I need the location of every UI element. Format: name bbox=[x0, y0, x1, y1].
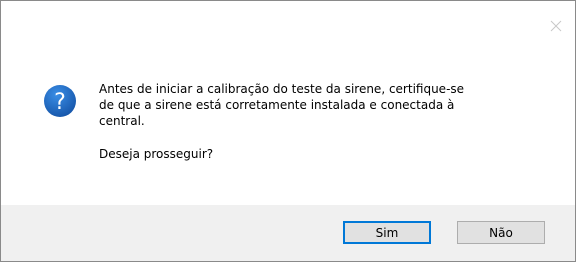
message-text: Antes de iniciar a calibração do teste d… bbox=[99, 81, 559, 162]
message-line-2: de que a sirene está corretamente instal… bbox=[99, 98, 455, 112]
svg-text:?: ? bbox=[54, 90, 66, 115]
no-button[interactable]: Não bbox=[457, 221, 545, 244]
close-button[interactable] bbox=[545, 15, 567, 37]
message-line-1: Antes de iniciar a calibração do teste d… bbox=[99, 82, 465, 96]
message-line-3: central. bbox=[99, 114, 145, 128]
button-bar: Sim Não bbox=[1, 205, 575, 261]
message-dialog: ? Antes de iniciar a calibração do teste… bbox=[0, 0, 576, 262]
close-icon bbox=[550, 20, 562, 32]
question-icon: ? bbox=[44, 85, 76, 117]
prompt-text: Deseja prosseguir? bbox=[99, 147, 214, 161]
yes-button[interactable]: Sim bbox=[343, 221, 431, 244]
